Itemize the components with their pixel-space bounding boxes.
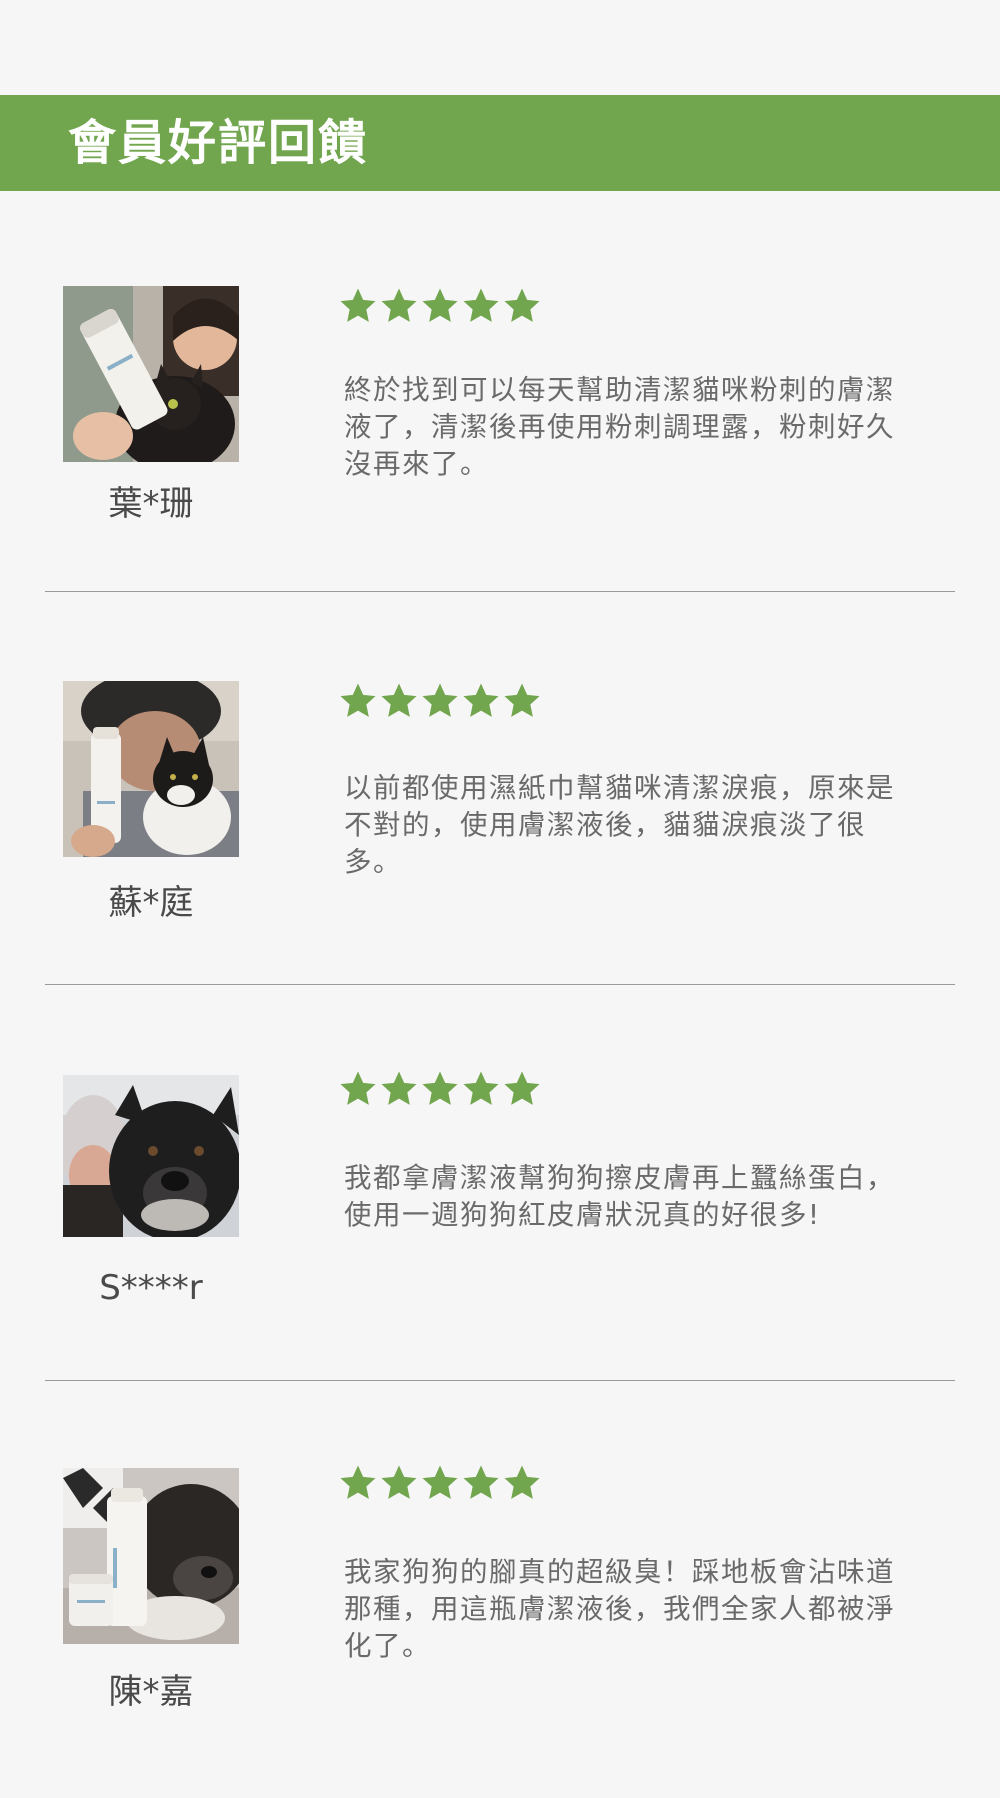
star-icon [340,1465,376,1499]
reviewer-photo [63,286,239,462]
star-icon [463,288,499,322]
divider [45,591,955,592]
star-icon [422,1465,458,1499]
star-icon [422,288,458,322]
star-icon [422,1071,458,1105]
star-icon [504,683,540,717]
star-icon [381,683,417,717]
star-icon [504,1465,540,1499]
owner-with-cat-photo-icon [63,286,239,462]
star-rating [338,1463,542,1503]
reviewer-photo [63,1075,239,1237]
star-icon [504,288,540,322]
review-text: 終於找到可以每天幫助清潔貓咪粉刺的膚潔液了，清潔後再使用粉刺調理露，粉刺好久沒再… [344,374,895,480]
review-text: 以前都使用濕紙巾幫貓咪清潔淚痕，原來是不對的，使用膚潔液後，貓貓淚痕淡了很多。 [344,772,895,878]
review-text: 我都拿膚潔液幫狗狗擦皮膚再上蠶絲蛋白，使用一週狗狗紅皮膚狀況真的好很多! [344,1162,895,1231]
star-icon [422,683,458,717]
owner-with-dog-photo-icon [63,1075,239,1237]
divider [45,984,955,985]
reviewer-photo [63,1468,239,1644]
star-icon [381,288,417,322]
reviewer-name: 蘇*庭 [108,883,194,923]
page-title: 會員好評回饋 [68,115,369,171]
reviewer-photo [63,681,239,857]
header-banner: 會員好評回饋 [0,95,1000,191]
reviewer-name: 葉*珊 [108,484,194,524]
reviewer-name: S****r [99,1268,203,1308]
dog-with-products-photo-icon [63,1468,239,1644]
star-icon [463,683,499,717]
star-icon [381,1465,417,1499]
star-rating [338,286,542,326]
star-icon [340,288,376,322]
star-rating [338,1069,542,1109]
star-icon [463,1071,499,1105]
star-rating [338,681,542,721]
star-icon [340,1071,376,1105]
star-icon [463,1465,499,1499]
owner-with-cat-photo-icon [63,681,239,857]
star-icon [504,1071,540,1105]
reviewer-name: 陳*嘉 [108,1672,194,1712]
review-text: 我家狗狗的腳真的超級臭！踩地板會沾味道那種，用這瓶膚潔液後，我們全家人都被淨化了… [344,1556,895,1662]
divider [45,1380,955,1381]
star-icon [381,1071,417,1105]
star-icon [340,683,376,717]
